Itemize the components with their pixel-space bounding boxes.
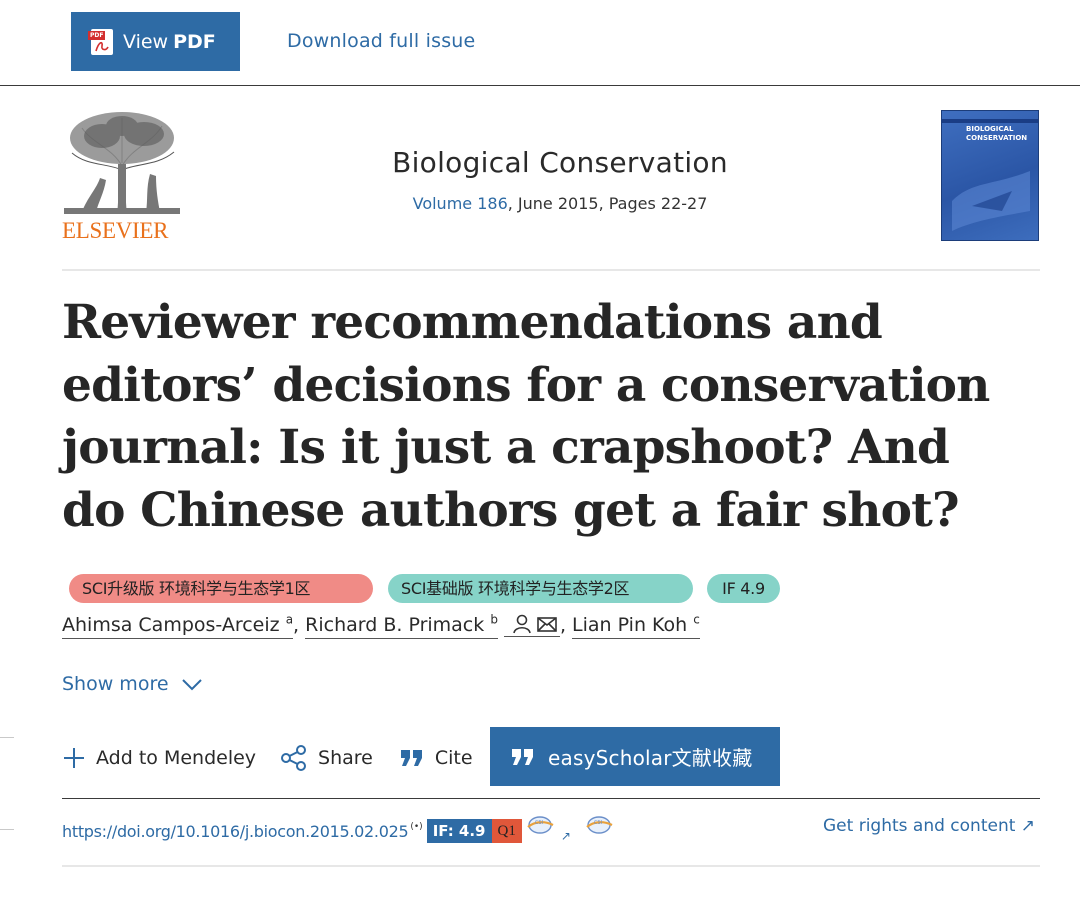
radio-icon: (•) <box>410 822 423 832</box>
easyscholar-label: easyScholar文献收藏 <box>548 746 753 770</box>
author-name: Lian Pin Koh <box>572 614 688 637</box>
article-title: Reviewer recommendations and editors’ de… <box>62 295 990 538</box>
author-affiliation: c <box>693 613 700 627</box>
author-name: Richard B. Primack <box>305 614 485 637</box>
cover-artwork <box>952 171 1030 231</box>
sci-upgrade-badge: SCI升级版 环境科学与生态学1区 <box>69 574 373 603</box>
author-affiliation: a <box>285 613 294 627</box>
cite-button[interactable]: Cite <box>399 747 473 769</box>
elsevier-tree-icon <box>64 112 180 214</box>
journal-meta: Volume 186, June 2015, Pages 22-27 <box>240 194 880 213</box>
journal-cover-image[interactable]: BIOLOGICAL CONSERVATION <box>941 110 1039 241</box>
doi-row: https://doi.org/10.1016/j.biocon.2015.02… <box>62 815 614 847</box>
bottom-divider <box>62 865 1040 867</box>
actions-divider <box>62 798 1040 799</box>
view-pdf-button[interactable]: PDF View PDF <box>71 12 240 71</box>
show-more-button[interactable]: Show more <box>62 673 203 695</box>
left-edge-mark <box>0 737 14 738</box>
impact-factor-badge: IF 4.9 <box>707 574 780 603</box>
plus-icon <box>64 748 84 768</box>
view-pdf-label-bold: PDF <box>173 30 216 53</box>
elsevier-logo[interactable]: ELSEVIER <box>62 108 182 244</box>
quartile-badge: Q1 <box>491 819 522 843</box>
add-to-mendeley-button[interactable]: Add to Mendeley <box>62 746 256 770</box>
share-label: Share <box>318 747 373 769</box>
left-edge-mark <box>0 829 14 830</box>
quote-icon <box>400 750 422 766</box>
author-affiliation: b <box>490 613 498 627</box>
if-badge: IF: 4.9 <box>426 819 492 843</box>
pdf-icon: PDF <box>88 28 113 55</box>
globe-icon[interactable]: CSI <box>525 815 555 835</box>
view-pdf-label: View <box>123 30 169 53</box>
quote-icon <box>512 748 533 765</box>
volume-link[interactable]: Volume 186 <box>413 194 508 213</box>
download-full-issue-link[interactable]: Download full issue <box>287 30 475 52</box>
journal-title[interactable]: Biological Conservation <box>240 146 880 179</box>
mendeley-label: Add to Mendeley <box>96 747 257 769</box>
author-name: Ahimsa Campos-Arceiz <box>62 614 280 637</box>
top-toolbar: PDF View PDF Download full issue <box>0 0 1080 86</box>
elsevier-wordmark: ELSEVIER <box>62 218 169 243</box>
doi-link[interactable]: https://doi.org/10.1016/j.biocon.2015.02… <box>62 822 409 841</box>
person-icon <box>513 615 531 634</box>
show-more-label: Show more <box>62 673 169 695</box>
article-actions: Add to Mendeley Share Cite <box>62 740 473 776</box>
easyscholar-collect-button[interactable]: easyScholar文献收藏 <box>490 727 780 786</box>
globe-icon[interactable]: CSI <box>584 815 614 835</box>
cite-label: Cite <box>434 747 473 769</box>
issue-details: , June 2015, Pages 22-27 <box>507 194 708 213</box>
share-icon <box>281 745 307 771</box>
share-button[interactable]: Share <box>280 744 373 772</box>
author-link[interactable]: Richard B. Primack b <box>305 613 498 640</box>
external-arrow-icon[interactable]: ↗ <box>561 829 571 843</box>
svg-text:CSI: CSI <box>535 820 543 826</box>
header-divider <box>62 269 1040 271</box>
sci-basic-badge: SCI基础版 环境科学与生态学2区 <box>388 574 693 603</box>
envelope-icon <box>537 617 557 633</box>
corresponding-author-icons[interactable] <box>503 613 560 638</box>
svg-text:CSI: CSI <box>594 820 602 826</box>
get-rights-link[interactable]: Get rights and content ↗ <box>823 816 1035 836</box>
author-list: Ahimsa Campos-Arceiz a, Richard B. Prima… <box>62 613 700 640</box>
chevron-down-icon <box>181 679 202 691</box>
author-link[interactable]: Ahimsa Campos-Arceiz a <box>62 613 294 640</box>
author-link[interactable]: Lian Pin Koh c <box>572 613 700 640</box>
author-separator: , <box>559 614 573 637</box>
author-separator: , <box>293 614 306 637</box>
